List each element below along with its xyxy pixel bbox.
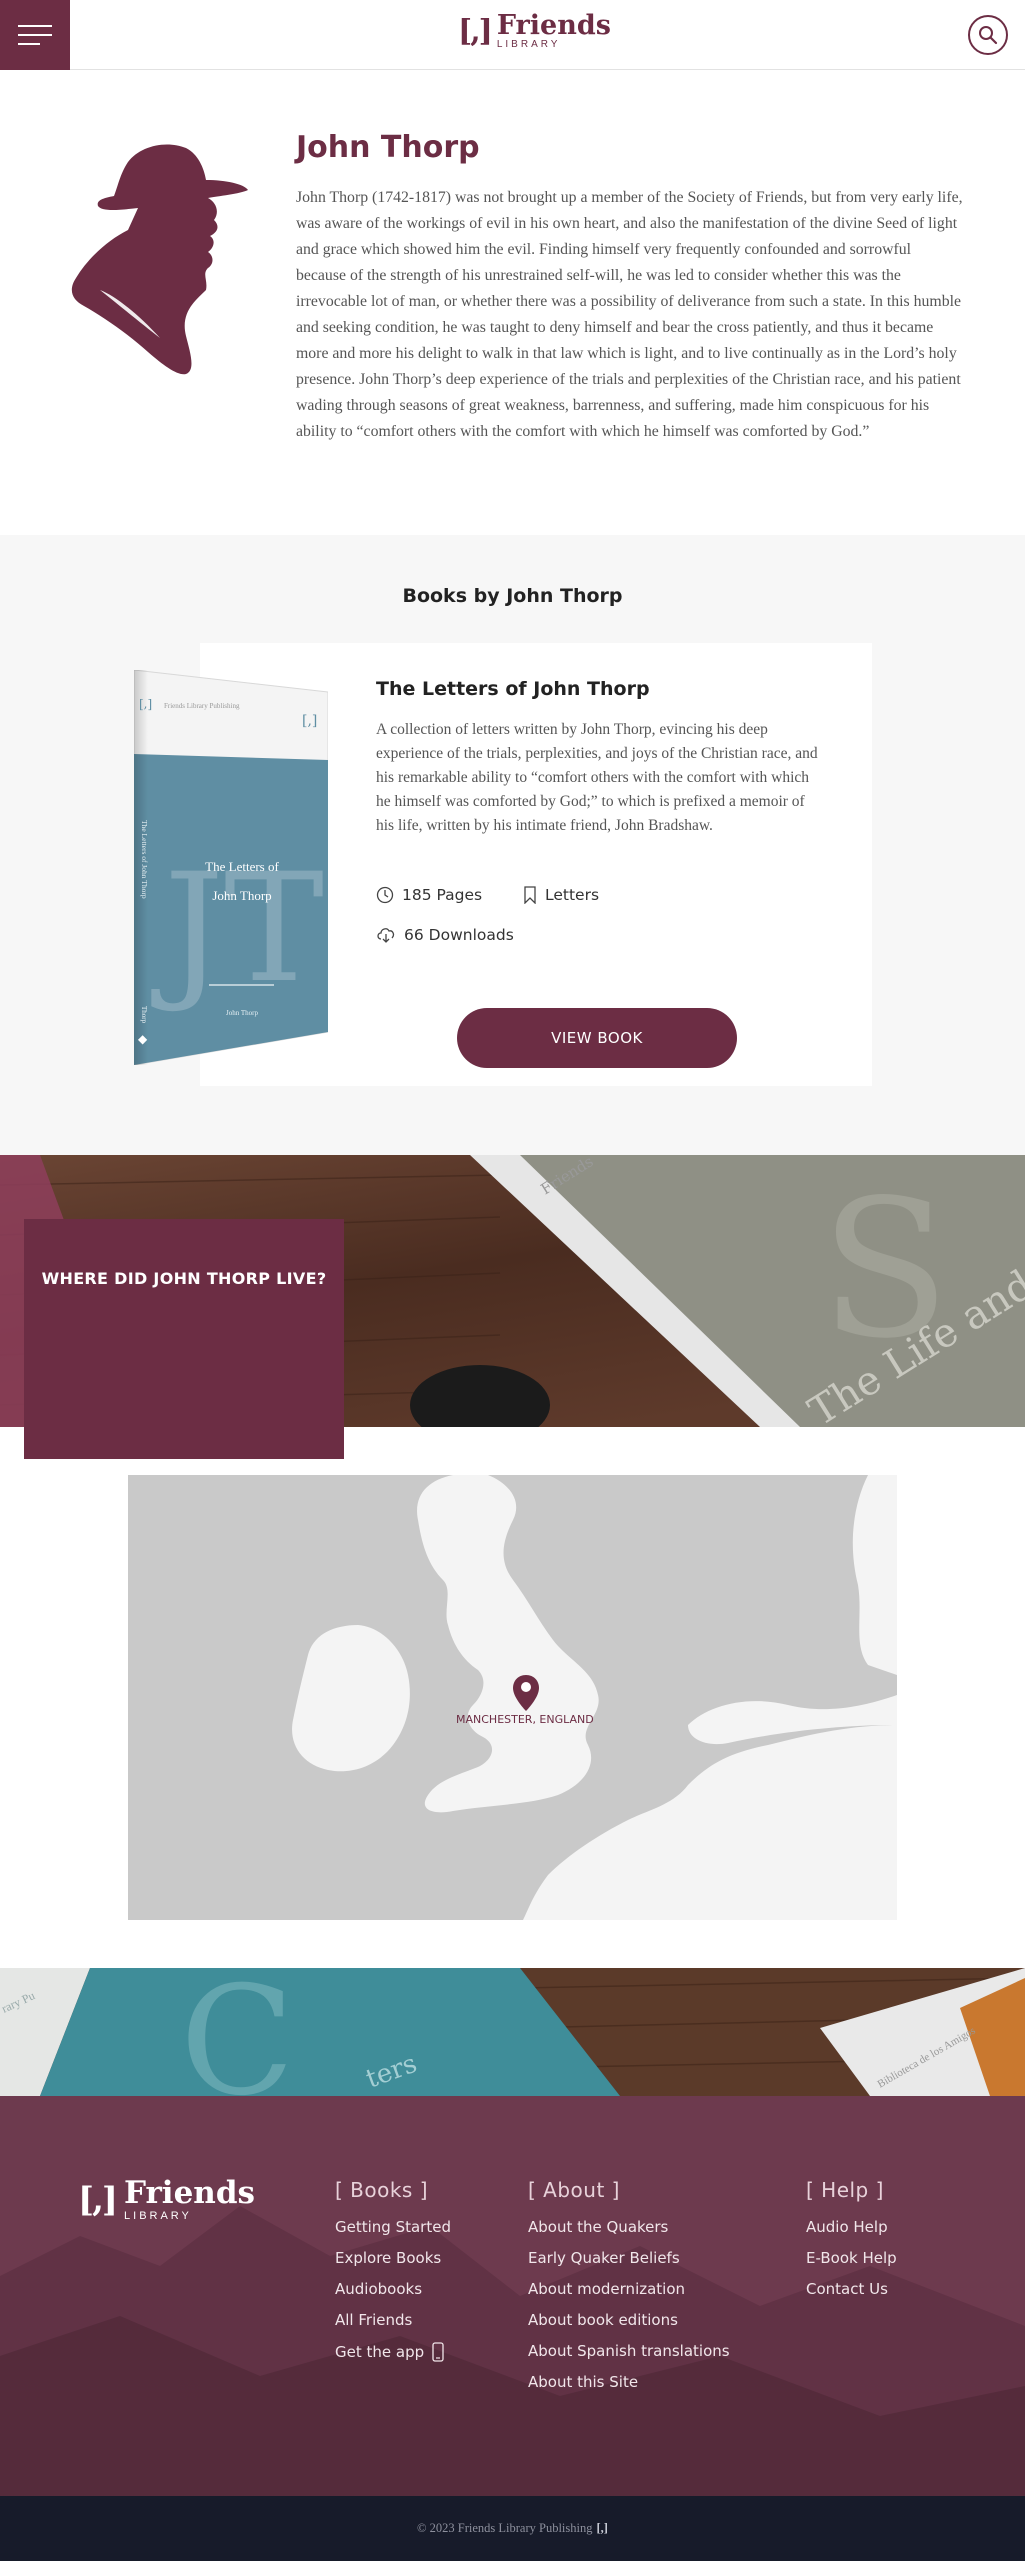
footer-logo[interactable]: [,] Friends LIBRARY [78, 2178, 255, 2222]
cover-spine-icon: ◆ [138, 1032, 148, 1046]
footer-link-book-editions[interactable]: About book editions [528, 2311, 730, 2329]
logo-sub: LIBRARY [496, 39, 561, 50]
copyright-text: © 2023 Friends Library Publishing [417, 2521, 593, 2535]
book-downloads: 66 Downloads [376, 926, 514, 944]
cover-title-line2: John Thorp [212, 888, 271, 903]
map-pin-icon[interactable] [512, 1674, 540, 1712]
map-location-label: MANCHESTER, ENGLAND [456, 1713, 594, 1726]
logo-bracket: [,] [458, 13, 493, 49]
footer-link-get-app-label: Get the app [335, 2343, 425, 2361]
site-logo[interactable]: [,] Friends LIBRARY [458, 12, 611, 50]
footer-col-title: [ About ] [528, 2178, 620, 2202]
hamburger-icon [18, 25, 52, 27]
copyright-logo: [,] [596, 2521, 608, 2535]
book-description: A collection of letters written by John … [376, 721, 818, 834]
footer-link-contact[interactable]: Contact Us [806, 2280, 897, 2298]
book-downloads-label: 66 Downloads [404, 926, 514, 944]
lower-banner-photo: C ters rary Pu Biblioteca de los Amigos [0, 1968, 1025, 2096]
footer-col-about: [ About ] About the Quakers Early Quaker… [528, 2178, 730, 2404]
footer-logo-sub: LIBRARY [124, 2210, 192, 2222]
site-header: [,] Friends LIBRARY [0, 0, 1025, 70]
cloud-download-icon [377, 928, 395, 943]
book-tag-label: Letters [545, 886, 600, 904]
menu-button[interactable] [0, 0, 70, 70]
where-heading: WHERE DID JOHN THORP LIVE? [41, 1269, 327, 1288]
phone-icon [432, 2342, 444, 2362]
footer-col-title: [ Books ] [335, 2178, 429, 2202]
author-name: John Thorp [296, 130, 480, 165]
copyright-bar: © 2023 Friends Library Publishing [,] [0, 2496, 1025, 2561]
footer-link-ebook-help[interactable]: E-Book Help [806, 2249, 897, 2267]
site-footer: [,] Friends LIBRARY [ Books ] Getting St… [0, 2096, 1025, 2496]
footer-link-about-quakers[interactable]: About the Quakers [528, 2218, 730, 2236]
footer-link-getting-started[interactable]: Getting Started [335, 2218, 451, 2236]
cover-spine-title: The Letters of John Thorp [140, 820, 149, 899]
book-pages: 185 Pages [376, 886, 482, 904]
footer-link-all-friends[interactable]: All Friends [335, 2311, 451, 2329]
svg-text:C: C [180, 1968, 295, 2096]
footer-link-about-site[interactable]: About this Site [528, 2373, 730, 2391]
books-heading: Books by John Thorp [402, 585, 623, 607]
footer-col-books: [ Books ] Getting Started Explore Books … [335, 2178, 451, 2375]
author-bio: John Thorp (1742-1817) was not brought u… [296, 189, 963, 440]
hamburger-icon-line [18, 34, 52, 36]
footer-link-explore-books[interactable]: Explore Books [335, 2249, 451, 2267]
logo-name: Friends [496, 10, 611, 41]
footer-link-modernization[interactable]: About modernization [528, 2280, 730, 2298]
cover-title-line1: The Letters of [205, 859, 279, 874]
footer-logo-wordmark: Friends LIBRARY [124, 2178, 255, 2222]
cover-author: John Thorp [226, 1009, 258, 1017]
cover-spine-author: Thorp [140, 1006, 148, 1024]
author-silhouette [71, 144, 249, 375]
hamburger-icon-line [18, 43, 40, 45]
search-button[interactable] [968, 15, 1008, 55]
book-tag[interactable]: Letters [523, 886, 599, 904]
book-title[interactable]: The Letters of John Thorp [376, 678, 650, 700]
view-book-button[interactable]: VIEW BOOK [457, 1008, 737, 1068]
clock-icon [376, 886, 394, 904]
cover-small-logo: [,] [139, 697, 152, 711]
cover-logo: [,] [302, 713, 317, 729]
cover-publisher: Friends Library Publishing [164, 702, 240, 710]
logo-wordmark: Friends LIBRARY [497, 12, 611, 50]
footer-col-title: [ Help ] [806, 2178, 884, 2202]
location-map[interactable]: MANCHESTER, ENGLAND [128, 1475, 897, 1920]
footer-link-early-beliefs[interactable]: Early Quaker Beliefs [528, 2249, 730, 2267]
search-icon [979, 26, 998, 45]
footer-link-audio-help[interactable]: Audio Help [806, 2218, 897, 2236]
footer-logo-name: Friends [124, 2175, 255, 2211]
footer-logo-bracket: [,] [78, 2180, 118, 2220]
where-box: WHERE DID JOHN THORP LIVE? [24, 1219, 344, 1459]
books-section: Books by John Thorp [,] Friends Library … [0, 535, 1025, 1155]
footer-link-spanish-translations[interactable]: About Spanish translations [528, 2342, 730, 2360]
footer-col-help: [ Help ] Audio Help E-Book Help Contact … [806, 2178, 897, 2311]
book-pages-label: 185 Pages [402, 886, 483, 904]
book-cover[interactable]: [,] Friends Library Publishing [,] JT Th… [134, 670, 328, 1065]
footer-link-audiobooks[interactable]: Audiobooks [335, 2280, 451, 2298]
footer-link-get-app[interactable]: Get the app [335, 2342, 451, 2362]
bookmark-icon [524, 886, 536, 904]
